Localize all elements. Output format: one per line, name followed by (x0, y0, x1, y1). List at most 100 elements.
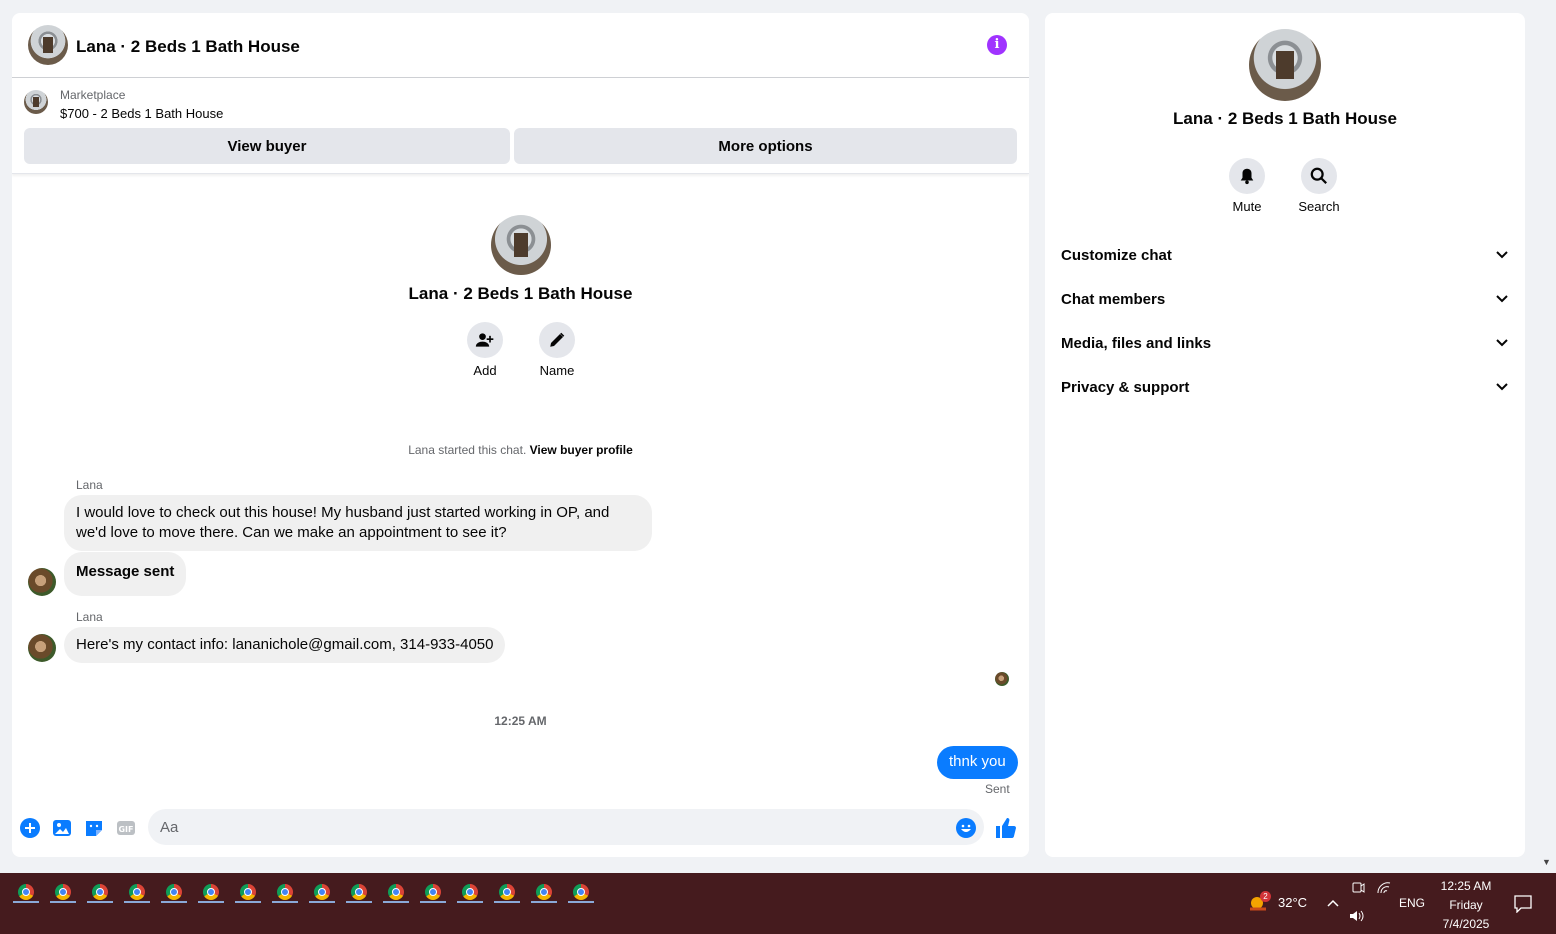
chat-started-notice: Lana started this chat. View buyer profi… (12, 443, 1029, 457)
sticker-icon (86, 821, 102, 836)
taskbar-active-indicator (531, 901, 557, 903)
conversation-avatar[interactable] (28, 25, 68, 65)
plus-circle-icon (20, 818, 40, 838)
gif-button[interactable]: GIF (115, 817, 137, 839)
info-avatar[interactable] (1249, 29, 1321, 101)
view-buyer-profile-link[interactable]: View buyer profile (530, 443, 633, 457)
chrome-icon (240, 884, 256, 900)
svg-text:GIF: GIF (118, 825, 133, 834)
chevron-up-icon[interactable] (1327, 898, 1339, 908)
taskbar-chrome-window[interactable] (89, 881, 111, 903)
sender-avatar[interactable] (28, 634, 56, 662)
sender-avatar[interactable] (28, 568, 56, 596)
language-indicator[interactable]: ENG (1399, 896, 1425, 910)
clock-time: 12:25 AM (1440, 879, 1492, 893)
message-sender: Lana (76, 478, 103, 492)
taskbar-chrome-window[interactable] (348, 881, 370, 903)
chrome-icon (425, 884, 441, 900)
taskbar-active-indicator (124, 901, 150, 903)
taskbar-chrome-window[interactable] (274, 881, 296, 903)
chrome-icon (166, 884, 182, 900)
intro-title: Lana · 2 Beds 1 Bath House (408, 284, 633, 303)
sticker-button[interactable] (83, 817, 105, 839)
mute-label: Mute (1232, 199, 1262, 214)
taskbar-chrome-window[interactable] (385, 881, 407, 903)
chrome-icon (573, 884, 589, 900)
conversation-title[interactable]: Lana · 2 Beds 1 Bath House (76, 37, 300, 57)
pencil-icon (550, 332, 565, 347)
taskbar-chrome-window[interactable] (52, 881, 74, 903)
message-bubble[interactable]: Here's my contact info: lananichole@gmai… (64, 627, 506, 663)
section-label: Chat members (1061, 290, 1166, 308)
add-person-button[interactable] (467, 322, 503, 358)
meet-now-icon[interactable] (1351, 881, 1365, 895)
taskbar-chrome-window[interactable] (237, 881, 259, 903)
emoji-button[interactable] (955, 817, 977, 839)
search-icon (1310, 167, 1327, 184)
taskbar-chrome-window[interactable] (311, 881, 333, 903)
taskbar-active-indicator (161, 901, 187, 903)
info-title: Lana · 2 Beds 1 Bath House (1173, 109, 1397, 128)
taskbar-active-indicator (420, 901, 446, 903)
outgoing-message-bubble[interactable]: thnk you (937, 746, 1018, 779)
scrollbar-down-arrow[interactable]: ▼ (1542, 857, 1551, 867)
taskbar-active-indicator (346, 901, 372, 903)
chevron-down-icon (1496, 295, 1508, 303)
chat-started-text: Lana started this chat. (408, 443, 527, 457)
section-label: Privacy & support (1061, 378, 1190, 396)
taskbar-chrome-window[interactable] (533, 881, 555, 903)
taskbar-chrome-window[interactable] (422, 881, 444, 903)
taskbar-chrome-window[interactable] (496, 881, 518, 903)
taskbar-chrome-window[interactable] (200, 881, 222, 903)
search-button[interactable] (1301, 158, 1337, 194)
listing-price-title[interactable]: $700 - 2 Beds 1 Bath House (60, 106, 223, 121)
taskbar-chrome-window[interactable] (459, 881, 481, 903)
view-buyer-button[interactable]: View buyer (24, 128, 510, 164)
edit-name-button[interactable] (539, 322, 575, 358)
taskbar-chrome-window[interactable] (15, 881, 37, 903)
taskbar-active-indicator (568, 901, 594, 903)
section-customize-chat[interactable]: Customize chat (1061, 235, 1509, 275)
taskbar-active-indicator (309, 901, 335, 903)
chrome-icon (92, 884, 108, 900)
taskbar-active-indicator (50, 901, 76, 903)
listing-thumbnail[interactable] (24, 90, 48, 114)
weather-badge: 2 (1260, 891, 1271, 902)
wifi-icon[interactable] (1376, 881, 1392, 895)
chevron-down-icon (1496, 339, 1508, 347)
chevron-down-icon (1496, 251, 1508, 259)
section-label: Customize chat (1061, 246, 1172, 264)
taskbar-active-indicator (457, 901, 483, 903)
taskbar-chrome-window[interactable] (126, 881, 148, 903)
taskbar-chrome-window[interactable] (163, 881, 185, 903)
add-person-icon (475, 333, 494, 347)
notifications-icon[interactable] (1514, 895, 1532, 913)
conversation-info-panel: Lana · 2 Beds 1 Bath House Mute Search C… (1045, 13, 1525, 857)
temperature[interactable]: 32°C (1278, 895, 1307, 910)
taskbar-active-indicator (198, 901, 224, 903)
seen-indicator-avatar (995, 672, 1009, 686)
chat-panel: Lana · 2 Beds 1 Bath House i Marketplace… (12, 13, 1029, 857)
clock[interactable]: 12:25 AM Friday 7/4/2025 (1430, 877, 1502, 934)
info-icon[interactable]: i (987, 35, 1007, 55)
mute-button[interactable] (1229, 158, 1265, 194)
message-input[interactable] (148, 809, 984, 845)
chrome-icon (203, 884, 219, 900)
chrome-icon (18, 884, 34, 900)
like-button[interactable] (995, 817, 1017, 839)
message-sender: Lana (76, 610, 103, 624)
more-options-button[interactable]: More options (514, 128, 1017, 164)
section-privacy-support[interactable]: Privacy & support (1061, 367, 1509, 407)
taskbar-chrome-window[interactable] (570, 881, 592, 903)
volume-icon[interactable] (1349, 909, 1365, 923)
section-chat-members[interactable]: Chat members (1061, 279, 1509, 319)
attach-media-button[interactable] (51, 817, 73, 839)
more-actions-button[interactable] (19, 817, 41, 839)
message-bubble[interactable]: I would love to check out this house! My… (64, 495, 652, 551)
listing-bar: Marketplace $700 - 2 Beds 1 Bath House V… (12, 78, 1029, 174)
message-bubble[interactable]: Message sent (64, 552, 187, 596)
section-label: Media, files and links (1061, 334, 1212, 352)
taskbar: 2 32°C ENG 12:25 AM Friday 7/4/2025 (0, 873, 1556, 934)
sent-status: Sent (985, 782, 1010, 796)
section-media-files-links[interactable]: Media, files and links (1061, 323, 1509, 363)
